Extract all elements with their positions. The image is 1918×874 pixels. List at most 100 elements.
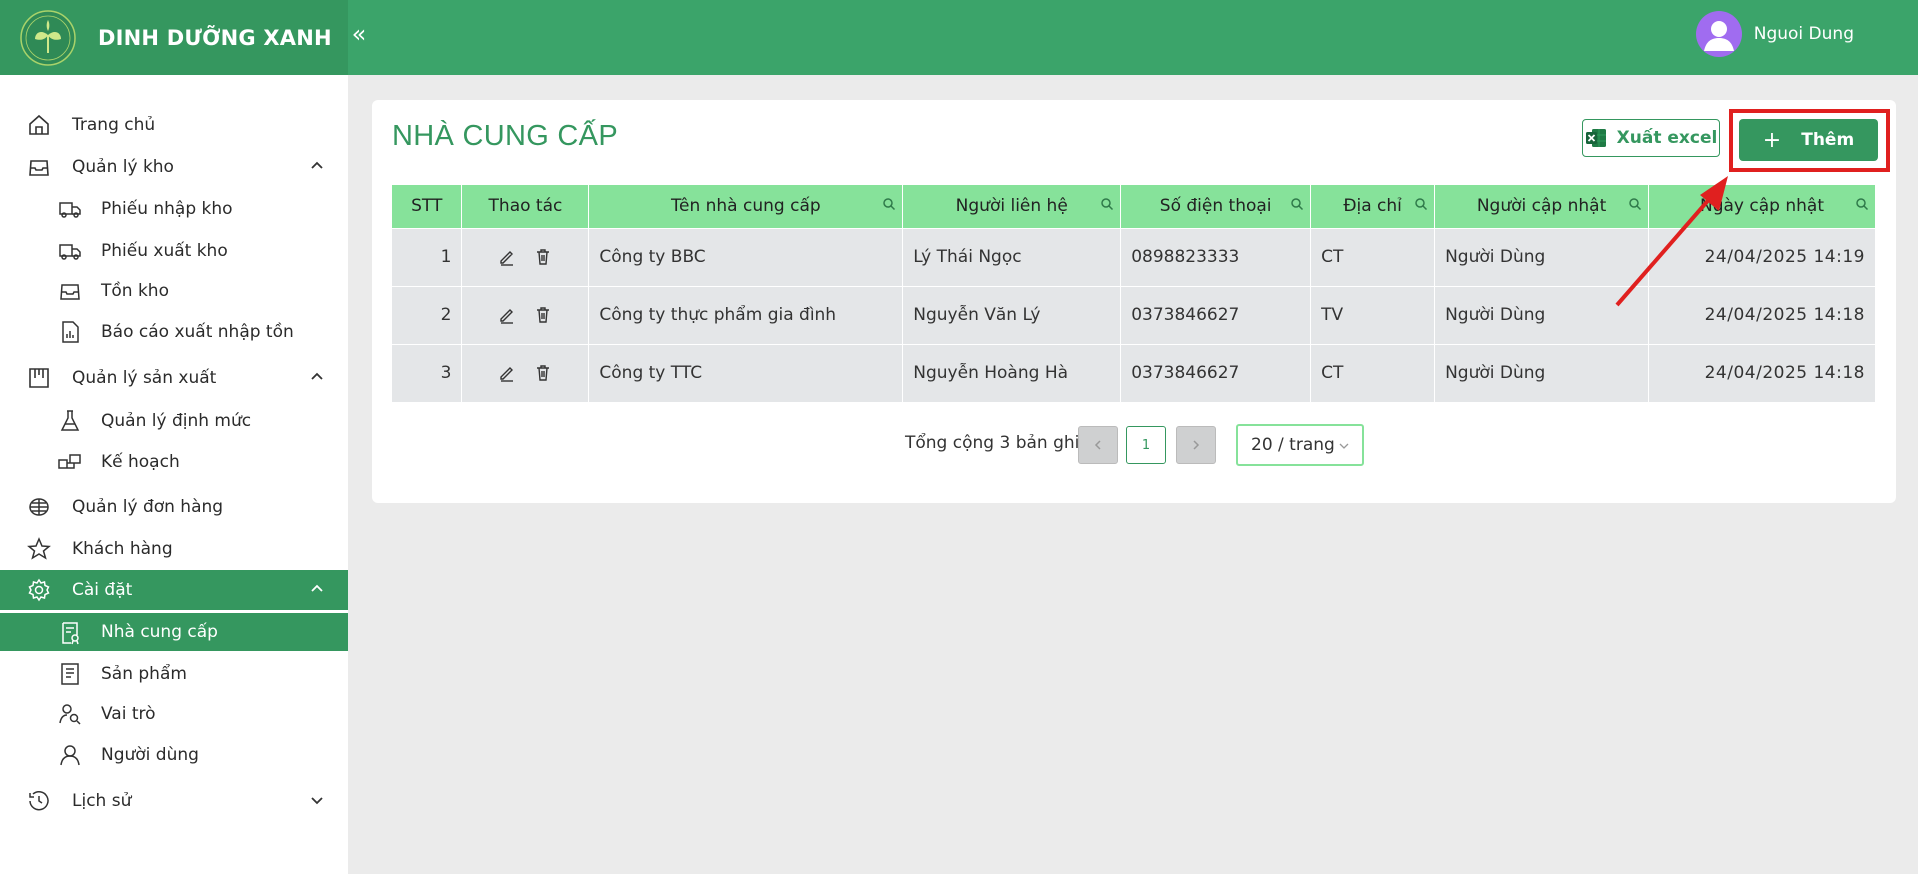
- column-search-icon[interactable]: [1290, 197, 1304, 211]
- chevron-down-icon: [311, 797, 323, 805]
- sidebar-item-settings[interactable]: Cài đặt: [0, 570, 348, 610]
- column-header-contact: Người liên hệ: [902, 185, 1122, 228]
- collapse-sidebar-button[interactable]: «: [348, 18, 370, 50]
- user-menu[interactable]: Nguoi Dung: [1695, 11, 1854, 57]
- plus-icon: +: [1762, 127, 1782, 153]
- cell-address: CT: [1310, 343, 1436, 402]
- suppliers-table: STT Thao tác Tên nhà cung cấp Người liên…: [392, 185, 1876, 402]
- sidebar-item-goods-receipt[interactable]: Phiếu nhập kho: [0, 189, 348, 229]
- leaf-logo-icon: [19, 9, 77, 67]
- delete-icon[interactable]: [534, 364, 552, 382]
- cell-actions: [461, 285, 590, 344]
- edit-icon[interactable]: [498, 364, 516, 382]
- cell-phone: 0373846627: [1120, 343, 1312, 402]
- sidebar-item-production[interactable]: Quản lý sản xuất: [0, 358, 348, 398]
- sidebar-item-history[interactable]: Lịch sử: [0, 781, 348, 821]
- cell-supplier-name: Công ty BBC: [588, 227, 904, 286]
- annotation-highlight-box: + Thêm: [1729, 109, 1890, 172]
- brand[interactable]: DINH DƯỠNG XANH: [0, 0, 348, 75]
- sidebar-item-users[interactable]: Người dùng: [0, 735, 348, 775]
- truck-icon: [59, 202, 81, 218]
- sidebar-item-label: Tồn kho: [101, 281, 169, 301]
- sidebar-item-warehouse[interactable]: Quản lý kho: [0, 147, 348, 187]
- cell-contact: Nguyễn Văn Lý: [902, 285, 1122, 344]
- gear-icon: [28, 578, 50, 602]
- user-name: Nguoi Dung: [1753, 24, 1854, 44]
- sidebar-item-roles[interactable]: Vai trò: [0, 694, 348, 734]
- star-icon: [27, 537, 51, 560]
- sidebar-item-inventory[interactable]: Tồn kho: [0, 271, 348, 311]
- column-header-actions: Thao tác: [461, 185, 590, 228]
- column-header-label: STT: [411, 196, 443, 217]
- column-search-icon[interactable]: [1100, 197, 1114, 211]
- pagination-total: Tổng cộng 3 bản ghi: [905, 433, 1080, 453]
- delete-icon[interactable]: [534, 248, 552, 266]
- column-search-icon[interactable]: [1414, 197, 1428, 211]
- suppliers-card: NHÀ CUNG CẤP Xuất excel + Thêm STT Thao …: [372, 100, 1896, 503]
- cell-updated-at: 24/04/2025 14:19: [1648, 227, 1876, 286]
- sidebar-item-label: Quản lý kho: [72, 157, 174, 177]
- edit-icon[interactable]: [498, 306, 516, 324]
- order-icon: [29, 498, 49, 516]
- sidebar-item-suppliers[interactable]: Nhà cung cấp: [0, 613, 348, 651]
- brand-name: DINH DƯỠNG XANH: [98, 25, 332, 50]
- add-supplier-button[interactable]: + Thêm: [1739, 119, 1878, 161]
- sidebar: Trang chủ Quản lý kho Phiếu nhập kho Phi…: [0, 75, 348, 874]
- table-row: 1 Công ty BBC Lý Thái Ngọc 0898823333 CT…: [392, 227, 1876, 286]
- chevron-down-icon: [1339, 443, 1349, 449]
- sidebar-item-norms[interactable]: Quản lý định mức: [0, 401, 348, 441]
- column-header-label: Địa chỉ: [1343, 196, 1402, 217]
- edit-icon[interactable]: [498, 248, 516, 266]
- cell-updated-at: 24/04/2025 14:18: [1648, 343, 1876, 402]
- export-excel-label: Xuất excel: [1616, 128, 1718, 148]
- page-size-value: 20 / trang: [1251, 435, 1335, 455]
- column-header-label: Ngày cập nhật: [1700, 196, 1824, 217]
- column-search-icon[interactable]: [1855, 197, 1869, 211]
- cell-supplier-name: Công ty thực phẩm gia đình: [588, 285, 904, 344]
- cell-address: TV: [1310, 285, 1436, 344]
- supplier-icon: [62, 622, 79, 645]
- report-icon: [62, 321, 79, 343]
- cell-updated-by: Người Dùng: [1434, 343, 1649, 402]
- sidebar-item-label: Nhà cung cấp: [101, 622, 218, 642]
- sidebar-item-label: Lịch sử: [72, 791, 132, 811]
- page-size-select[interactable]: 20 / trang: [1236, 424, 1364, 466]
- chevron-up-icon: [311, 584, 323, 592]
- page-number-button[interactable]: 1: [1126, 426, 1166, 464]
- sidebar-item-label: Vai trò: [101, 704, 156, 724]
- column-header-label: Thao tác: [488, 196, 563, 217]
- sidebar-item-plan[interactable]: Kế hoạch: [0, 442, 348, 482]
- table-header-row: STT Thao tác Tên nhà cung cấp Người liên…: [392, 185, 1876, 228]
- home-icon: [29, 114, 49, 135]
- sidebar-item-label: Khách hàng: [72, 539, 173, 559]
- sidebar-item-orders[interactable]: Quản lý đơn hàng: [0, 487, 348, 527]
- sidebar-item-products[interactable]: Sản phẩm: [0, 654, 348, 694]
- prev-page-button[interactable]: [1078, 426, 1118, 464]
- cell-contact: Nguyễn Hoàng Hà: [902, 343, 1122, 402]
- avatar: [1695, 11, 1742, 57]
- sidebar-item-label: Cài đặt: [72, 580, 133, 600]
- sidebar-item-label: Phiếu nhập kho: [101, 199, 233, 219]
- sidebar-item-home[interactable]: Trang chủ: [0, 105, 348, 145]
- sidebar-item-customers[interactable]: Khách hàng: [0, 529, 348, 569]
- blocks-icon: [58, 454, 81, 469]
- add-supplier-label: Thêm: [1801, 130, 1855, 150]
- sidebar-item-label: Quản lý đơn hàng: [72, 497, 224, 517]
- delivery-truck-icon: [59, 244, 81, 260]
- column-header-label: Số điện thoại: [1159, 196, 1272, 217]
- inbox-icon: [60, 284, 80, 300]
- sidebar-item-label: Báo cáo xuất nhập tồn: [101, 322, 294, 342]
- sidebar-item-goods-issue[interactable]: Phiếu xuất kho: [0, 231, 348, 271]
- cell-updated-by: Người Dùng: [1434, 227, 1649, 286]
- cell-supplier-name: Công ty TTC: [588, 343, 904, 402]
- column-search-icon[interactable]: [882, 197, 896, 211]
- delete-icon[interactable]: [534, 306, 552, 324]
- column-header-stt: STT: [392, 185, 463, 228]
- export-excel-button[interactable]: Xuất excel: [1582, 119, 1720, 157]
- next-page-button[interactable]: [1176, 426, 1216, 464]
- table-row: 2 Công ty thực phẩm gia đình Nguyễn Văn …: [392, 285, 1876, 344]
- sidebar-item-stock-report[interactable]: Báo cáo xuất nhập tồn: [0, 312, 348, 352]
- column-search-icon[interactable]: [1628, 197, 1642, 211]
- cell-stt: 1: [392, 227, 463, 286]
- column-header-updated-at: Ngày cập nhật: [1648, 185, 1876, 228]
